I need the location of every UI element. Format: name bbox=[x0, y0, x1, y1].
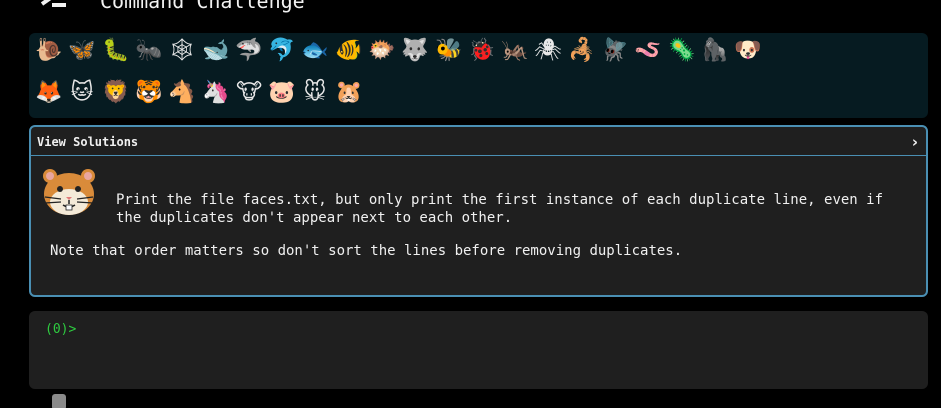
cow-face-icon[interactable]: 🐮 bbox=[234, 78, 264, 108]
app-title: Command Challenge bbox=[100, 0, 305, 13]
spider-web-icon[interactable]: 🕸 bbox=[167, 36, 197, 66]
wolf-icon[interactable]: 🐺 bbox=[400, 36, 430, 66]
hamster-icon bbox=[41, 167, 97, 217]
ladybug-icon[interactable]: 🐞 bbox=[467, 36, 497, 66]
gorilla-icon[interactable]: 🦍 bbox=[700, 36, 730, 66]
hamster-icon[interactable]: 🐹 bbox=[334, 78, 364, 108]
tropical-fish-icon[interactable]: 🐠 bbox=[334, 36, 364, 66]
dog-face-icon[interactable]: 🐶 bbox=[733, 36, 763, 66]
terminal-prompt: (0)> bbox=[45, 322, 77, 337]
horse-face-icon[interactable]: 🐴 bbox=[167, 78, 197, 108]
scorpion-icon[interactable]: 🦂 bbox=[567, 36, 597, 66]
snail-icon[interactable]: 🐌 bbox=[34, 36, 64, 66]
cat-face-icon[interactable]: 🐱 bbox=[67, 78, 97, 108]
pig-face-icon[interactable]: 🐷 bbox=[267, 78, 297, 108]
worm-icon[interactable]: 🪱 bbox=[633, 36, 663, 66]
fish-icon[interactable]: 🐟 bbox=[300, 36, 330, 66]
level-selector: 🐌 🦋 🐛 🐜 🕸 🐋 🦈 🐬 🐟 🐠 🐡 🐺 🐝 🐞 🦗 🕷 🦂 🪰 🪱 🦠 🦍 🐶 🦊 🐱 🦁 🐯 🐴 🦄 🐮 🐷 🐭 🐹 bbox=[29, 33, 928, 118]
fox-icon[interactable]: 🦊 bbox=[34, 78, 64, 108]
mouse-face-icon[interactable]: 🐭 bbox=[300, 78, 330, 108]
dolphin-icon[interactable]: 🐬 bbox=[267, 36, 297, 66]
spider-icon[interactable]: 🕷 bbox=[533, 36, 563, 66]
fly-icon[interactable]: 🪰 bbox=[600, 36, 630, 66]
whale-icon[interactable]: 🐋 bbox=[201, 36, 231, 66]
ant-icon[interactable]: 🐜 bbox=[134, 36, 164, 66]
terminal-input[interactable]: (0)> bbox=[29, 311, 928, 389]
chevron-right-icon: › bbox=[911, 133, 918, 151]
challenge-note: Note that order matters so don't sort th… bbox=[50, 243, 683, 259]
bee-icon[interactable]: 🐝 bbox=[434, 36, 464, 66]
challenge-card: View Solutions › Print the file faces.tx… bbox=[29, 125, 928, 297]
cricket-icon[interactable]: 🦗 bbox=[500, 36, 530, 66]
view-solutions-label: View Solutions bbox=[37, 135, 139, 149]
unicorn-icon[interactable]: 🦄 bbox=[201, 78, 231, 108]
caterpillar-icon[interactable]: 🐛 bbox=[101, 36, 131, 66]
microbe-icon[interactable]: 🦠 bbox=[667, 36, 697, 66]
challenge-description: Print the file faces.txt, but only print… bbox=[116, 192, 884, 226]
blowfish-icon[interactable]: 🐡 bbox=[367, 36, 397, 66]
shark-icon[interactable]: 🦈 bbox=[234, 36, 264, 66]
butterfly-icon[interactable]: 🦋 bbox=[67, 36, 97, 66]
view-solutions-toggle[interactable]: View Solutions › bbox=[31, 127, 926, 156]
lion-icon[interactable]: 🦁 bbox=[101, 78, 131, 108]
tiger-face-icon[interactable]: 🐯 bbox=[134, 78, 164, 108]
terminal-resize-handle[interactable] bbox=[52, 394, 66, 408]
command-line-logo-icon[interactable] bbox=[38, 0, 68, 10]
header: Command Challenge bbox=[0, 0, 941, 30]
